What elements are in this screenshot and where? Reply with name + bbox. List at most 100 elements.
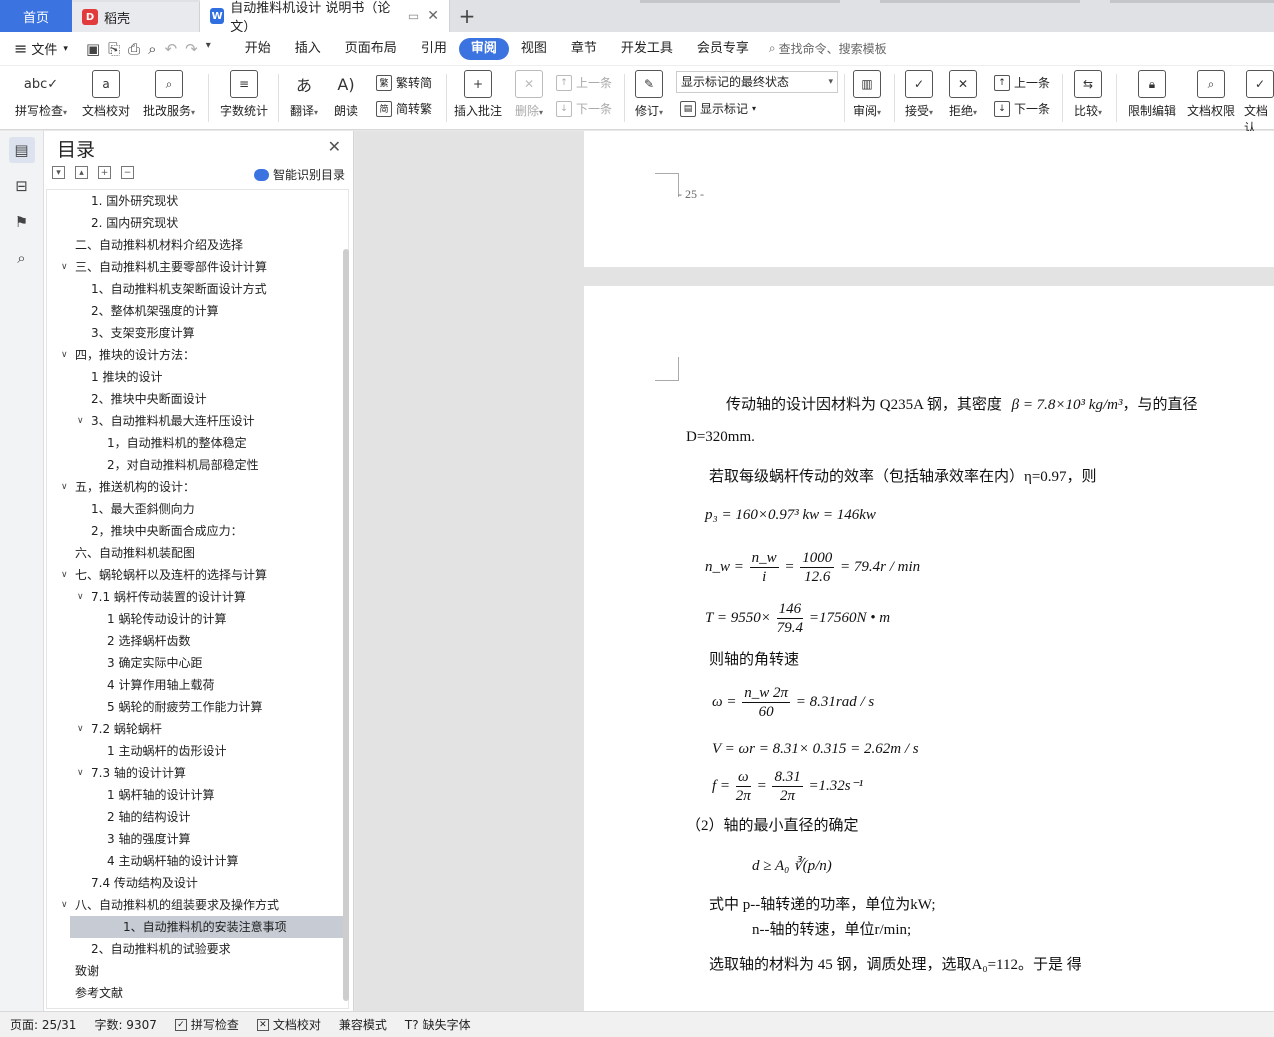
toc-item[interactable]: 1 推块的设计 <box>47 366 348 388</box>
toc-item[interactable]: 1、最大歪斜侧向力 <box>47 498 348 520</box>
bookmark-icon[interactable]: ⚑ <box>9 209 35 235</box>
toc-item[interactable]: 1 蜗轮传动设计的计算 <box>47 608 348 630</box>
toc-item[interactable]: ∨ 三、自动推料机主要零部件设计计算 <box>47 256 348 278</box>
toc-item[interactable]: 2 选择蜗杆齿数 <box>47 630 348 652</box>
search-icon[interactable]: ⌕ <box>9 245 35 271</box>
review-pane-button[interactable]: ▥ 审阅▾ <box>850 70 884 119</box>
accept-button[interactable]: ✓ 接受▾ <box>902 70 936 119</box>
expand-toggle-icon[interactable]: ∨ <box>77 762 84 784</box>
collapse-all-icon[interactable]: ▾ <box>52 166 65 179</box>
next-change-button[interactable]: ↓ 下一条 <box>994 100 1050 117</box>
toc-item[interactable]: ∨ 7.3 轴的设计计算 <box>47 762 348 784</box>
word-count-indicator[interactable]: 字数: 9307 <box>94 1016 156 1033</box>
restrict-edit-button[interactable]: 🔒︎ 限制编辑 <box>1126 70 1178 119</box>
tab-home[interactable]: 首页 <box>0 0 72 32</box>
print-preview-icon[interactable]: ⌕ <box>148 40 156 58</box>
more-icon[interactable]: ▾ <box>206 40 211 58</box>
expand-toggle-icon[interactable]: ∨ <box>77 410 84 432</box>
menu-tab-layout[interactable]: 页面布局 <box>333 38 409 60</box>
track-changes-button[interactable]: ✎ 修订▾ <box>632 70 666 119</box>
expand-all-icon[interactable]: ▴ <box>75 166 88 179</box>
toc-item[interactable]: ∨ 3、自动推料机最大连杆压设计 <box>47 410 348 432</box>
menu-tab-insert[interactable]: 插入 <box>283 38 333 60</box>
expand-toggle-icon[interactable]: ∨ <box>77 586 84 608</box>
pin-icon[interactable]: ▭ <box>408 9 419 23</box>
expand-toggle-icon[interactable]: ∨ <box>61 564 68 586</box>
expand-toggle-icon[interactable]: ∨ <box>61 476 68 498</box>
menu-tab-start[interactable]: 开始 <box>233 38 283 60</box>
toc-scrollbar[interactable] <box>343 249 349 1001</box>
toc-item[interactable]: 2、自动推料机的试验要求 <box>47 938 348 960</box>
close-tab-icon[interactable]: ✕ <box>427 8 439 24</box>
toc-item[interactable]: ∨ 七、蜗轮蜗杆以及连杆的选择与计算 <box>47 564 348 586</box>
toc-item[interactable]: 1. 国外研究现状 <box>47 190 348 212</box>
toc-item[interactable]: 1、自动推料机支架断面设计方式 <box>47 278 348 300</box>
next-comment-button[interactable]: ↓ 下一条 <box>556 100 612 117</box>
batch-service-button[interactable]: ⌕ 批改服务▾ <box>140 70 198 119</box>
expand-toggle-icon[interactable]: ∨ <box>61 894 68 916</box>
new-tab-button[interactable]: + <box>450 0 484 32</box>
toc-item[interactable]: ∨ 7.1 蜗杆传动装置的设计计算 <box>47 586 348 608</box>
delete-comment-button[interactable]: ✕ 删除▾ <box>512 70 546 119</box>
close-icon[interactable]: ✕ <box>328 137 341 156</box>
markup-state-select[interactable]: 显示标记的最终状态 ▾ <box>676 71 838 93</box>
file-menu-button[interactable]: ≡ 文件 ▾ <box>14 39 68 58</box>
toc-item[interactable]: 参考文献 <box>47 982 348 1004</box>
save-icon[interactable]: ▣ <box>86 40 100 58</box>
tab-document[interactable]: W 自动推料机设计 说明书（论文） ▭ ✕ <box>200 0 450 35</box>
toc-item[interactable]: 1 蜗杆轴的设计计算 <box>47 784 348 806</box>
menu-tab-view[interactable]: 视图 <box>509 38 559 60</box>
tab-daoke[interactable]: D 稻壳 <box>72 2 200 32</box>
smart-toc-button[interactable]: 智能识别目录 <box>253 166 345 183</box>
remove-heading-icon[interactable]: − <box>121 166 134 179</box>
toc-item[interactable]: 3 确定实际中心距 <box>47 652 348 674</box>
add-heading-icon[interactable]: + <box>98 166 111 179</box>
toc-item[interactable]: 1，自动推料机的整体稳定 <box>47 432 348 454</box>
undo-icon[interactable]: ↶ <box>165 40 178 58</box>
compat-mode-status[interactable]: 兼容模式 <box>339 1016 387 1033</box>
expand-toggle-icon[interactable]: ∨ <box>77 718 84 740</box>
simp-to-trad-button[interactable]: 简简转繁 <box>376 100 432 117</box>
doc-rights-button[interactable]: ⌕ 文档权限 <box>1186 70 1236 119</box>
toc-item[interactable]: 致谢 <box>47 960 348 982</box>
doc-check-button[interactable]: a 文档校对 <box>80 70 132 119</box>
spellcheck-button[interactable]: abc✓ 拼写检查▾ <box>12 70 70 119</box>
insert-comment-button[interactable]: + 插入批注 <box>452 70 504 119</box>
toc-item[interactable]: 六、自动推料机装配图 <box>47 542 348 564</box>
proof-status[interactable]: ✕ 文档校对 <box>256 1016 321 1033</box>
toc-item[interactable]: 4 计算作用轴上载荷 <box>47 674 348 696</box>
translate-button[interactable]: あ 翻译▾ <box>286 70 322 119</box>
show-markup-button[interactable]: ▤ 显示标记 ▾ <box>680 100 756 117</box>
toc-item[interactable]: 4 主动蜗杆轴的设计计算 <box>47 850 348 872</box>
menu-tab-references[interactable]: 引用 <box>409 38 459 60</box>
missing-font-status[interactable]: T? 缺失字体 <box>405 1016 471 1033</box>
toc-item[interactable]: ∨ 五，推送机构的设计： <box>47 476 348 498</box>
menu-tab-developer[interactable]: 开发工具 <box>609 38 685 60</box>
toc-item[interactable]: ∨ 八、自动推料机的组装要求及操作方式 <box>47 894 348 916</box>
doc-auth-button[interactable]: ✓ 文档认 <box>1244 70 1274 136</box>
toc-item[interactable]: 2，对自动推料机局部稳定性 <box>47 454 348 476</box>
menu-tab-chapter[interactable]: 章节 <box>559 38 609 60</box>
spellcheck-status[interactable]: ✓ 拼写检查 <box>174 1016 239 1033</box>
expand-toggle-icon[interactable]: ∨ <box>61 256 68 278</box>
document-page[interactable]: 传动轴的设计因材料为 Q235A 钢，其密度 β = 7.8×10³ kg/m³… <box>584 286 1274 1011</box>
toc-item[interactable]: ∨ 7.2 蜗轮蜗杆 <box>47 718 348 740</box>
toc-item[interactable]: 3、支架变形度计算 <box>47 322 348 344</box>
toc-item[interactable]: 3 轴的强度计算 <box>47 828 348 850</box>
export-icon[interactable]: ⎘ <box>108 40 120 58</box>
expand-toggle-icon[interactable]: ∨ <box>61 344 68 366</box>
prev-comment-button[interactable]: ↑ 上一条 <box>556 74 612 91</box>
menu-tab-member[interactable]: 会员专享 <box>685 38 761 60</box>
print-icon[interactable]: ⎙ <box>128 40 140 58</box>
toc-item[interactable]: 1、自动推料机的安装注意事项 <box>70 916 348 938</box>
toc-item[interactable]: 5 蜗轮的耐疲劳工作能力计算 <box>47 696 348 718</box>
prev-change-button[interactable]: ↑ 上一条 <box>994 74 1050 91</box>
chapter-nav-icon[interactable]: ⊟ <box>9 173 35 199</box>
toc-item[interactable]: 2、推块中央断面设计 <box>47 388 348 410</box>
trad-to-simp-button[interactable]: 繁繁转简 <box>376 74 432 91</box>
toc-item[interactable]: 2、整体机架强度的计算 <box>47 300 348 322</box>
read-aloud-button[interactable]: A) 朗读 <box>330 70 362 119</box>
toc-item[interactable]: 1 主动蜗杆的齿形设计 <box>47 740 348 762</box>
word-count-button[interactable]: ≡ 字数统计 <box>218 70 270 119</box>
page-indicator[interactable]: 页面: 25/31 <box>10 1016 76 1033</box>
